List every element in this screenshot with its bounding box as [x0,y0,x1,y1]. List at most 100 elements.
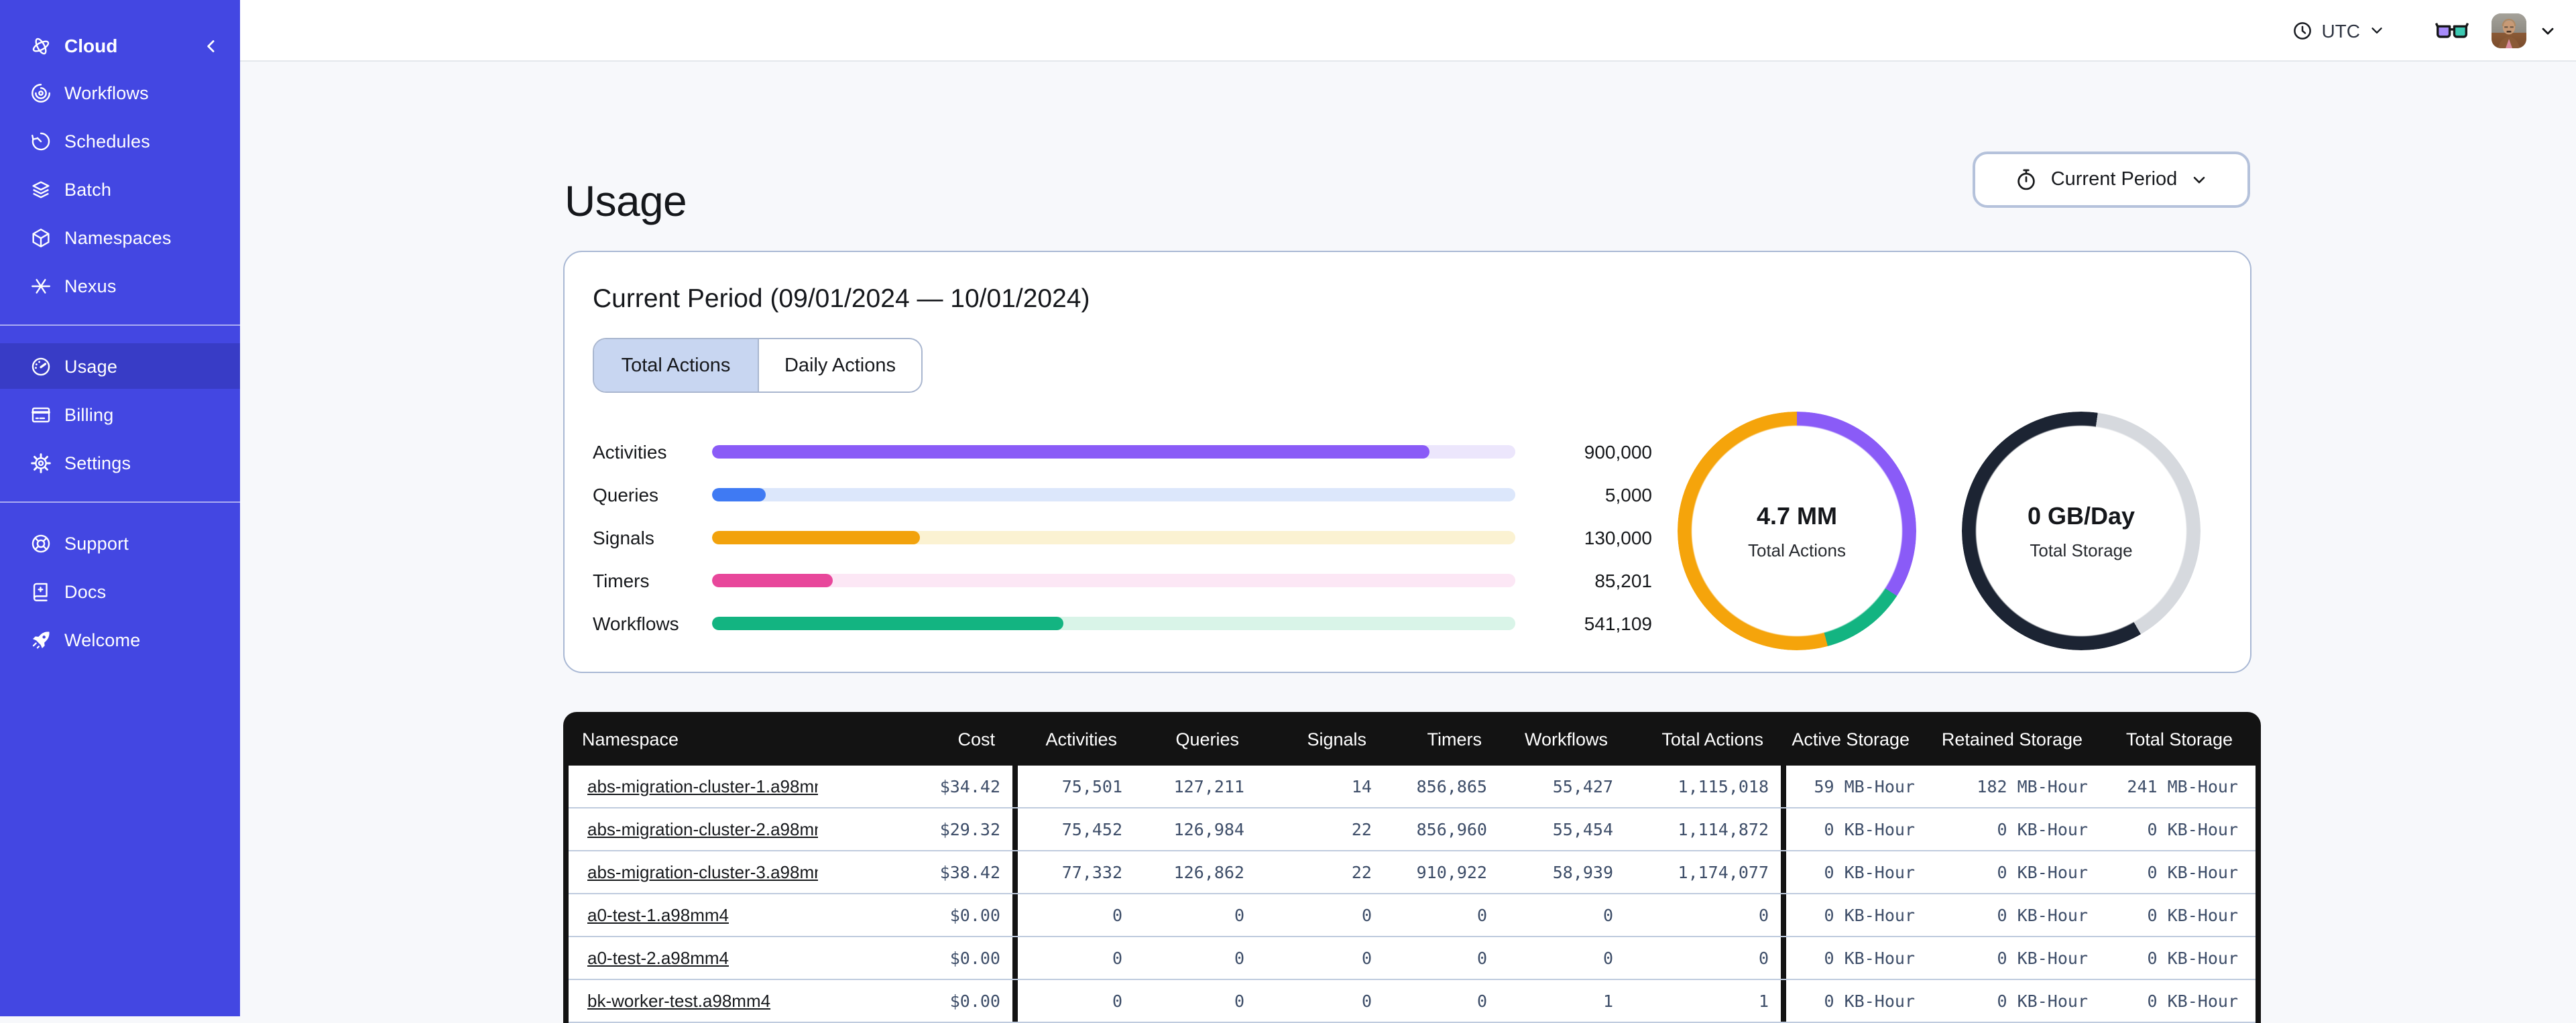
bar-row: Signals 130,000 [593,516,1652,559]
value-cell: 126,984 [1173,819,1244,839]
life-buoy-icon [30,532,52,554]
sidebar-item-workflows[interactable]: Workflows [0,70,240,115]
sidebar-item-label: Docs [64,581,107,601]
user-avatar[interactable] [2492,13,2526,48]
total-actions-donut-chart: 4.7 MM Total Actions [1678,412,1916,650]
account-menu-chevron-icon[interactable] [2538,21,2557,40]
period-selector-button[interactable]: Current Period [1973,152,2250,208]
bar-row: Queries 5,000 [593,473,1652,516]
value-cell: $34.42 [939,776,1000,796]
namespace-link[interactable]: a0-test-1.a98mm4 [587,905,729,925]
value-cell: 22 [1351,862,1372,882]
value-cell: 856,960 [1416,819,1487,839]
donut-value: 0 GB/Day [2027,502,2135,529]
schedules-icon [30,129,52,152]
sidebar-item-label: Support [64,533,129,553]
value-cell: $0.00 [949,905,1000,925]
tab-daily-actions[interactable]: Daily Actions [758,339,921,392]
credit-card-icon [30,403,52,426]
value-cell: 0 KB-Hour [1781,980,1927,1022]
value-cell: 75,452 [1012,808,1134,850]
sidebar-item-docs[interactable]: Docs [0,568,240,614]
value-cell: 0 [1476,905,1487,925]
chevron-down-icon [2368,21,2386,39]
value-cell: 0 KB-Hour [2147,862,2238,882]
value-cell: 77,332 [1012,851,1134,893]
column-header: Activities [1007,729,1129,749]
value-cell: 1,114,872 [1678,819,1769,839]
tab-total-actions[interactable]: Total Actions [594,339,758,392]
sidebar-item-schedules[interactable]: Schedules [0,118,240,164]
sidebar-item-batch[interactable]: Batch [0,166,240,212]
page-title: Usage [565,177,687,226]
value-cell: 910,922 [1416,862,1487,882]
column-header: Signals [1307,729,1366,749]
bar-track [712,445,1515,459]
value-cell: 0 [1476,991,1487,1011]
column-header: Timers [1427,729,1482,749]
value-cell: 58,939 [1552,862,1613,882]
value-cell: 0 [1234,991,1244,1011]
bar-fill [712,445,1429,459]
table-body: abs-migration-cluster-1.a98mm4 $34.42 75,5… [563,766,2261,1023]
namespace-cell: abs-migration-cluster-1.a98mm4 [569,766,818,807]
value-cell: $0.00 [949,991,1000,1011]
bar-value: 85,201 [1594,570,1652,591]
value-cell: 0 KB-Hour [1997,905,2088,925]
nexus-asterisk-icon [30,274,52,297]
value-cell: 0 KB-Hour [1781,851,1927,893]
value-cell: 0 [1361,905,1372,925]
sidebar-header: Cloud [0,21,240,70]
donut-label: Total Storage [2030,540,2133,560]
value-cell: 0 KB-Hour [1781,894,1927,936]
sidebar-item-label: Usage [64,356,118,376]
timezone-dropdown[interactable]: UTC [2292,19,2386,41]
chevron-down-icon [2189,170,2208,189]
value-cell: 241 MB-Hour [2127,776,2238,796]
sidebar-item-billing[interactable]: Billing [0,392,240,437]
value-cell: 0 KB-Hour [1781,808,1927,850]
sidebar-item-label: Settings [64,453,131,473]
namespace-link[interactable]: abs-migration-cluster-1.a98mm4 [587,776,818,796]
sidebar-item-label: Workflows [64,82,149,103]
namespace-link[interactable]: bk-worker-test.a98mm4 [587,991,770,1011]
sidebar-item-welcome[interactable]: Welcome [0,617,240,662]
sidebar-item-support[interactable]: Support [0,520,240,566]
column-header: Namespace [582,729,679,749]
bar-row: Timers 85,201 [593,559,1652,602]
app-window: Cloud Workflows Schedules Batch Namespac… [0,0,2576,1023]
labs-glasses-icon[interactable] [2434,17,2470,43]
sidebar-item-namespaces[interactable]: Namespaces [0,215,240,260]
bar-category-label: Timers [593,570,650,591]
sidebar-item-label: Namespaces [64,227,172,247]
value-cell: 1,174,077 [1678,862,1769,882]
value-cell: 0 KB-Hour [1781,937,1927,979]
value-cell: 0 [1758,948,1769,968]
bar-value: 130,000 [1584,527,1652,548]
value-cell: 127,211 [1173,776,1244,796]
value-cell: 59 MB-Hour [1781,766,1927,807]
value-cell: 0 KB-Hour [2147,819,2238,839]
namespace-link[interactable]: abs-migration-cluster-2.a98mm4 [587,819,818,839]
value-cell: 0 [1012,980,1134,1022]
value-cell: 1 [1758,991,1769,1011]
sidebar-item-usage[interactable]: Usage [0,343,240,389]
collapse-sidebar-icon[interactable] [201,36,221,56]
value-cell: 0 KB-Hour [1997,948,2088,968]
sidebar-item-settings[interactable]: Settings [0,440,240,485]
workflows-icon [30,81,52,104]
value-cell: 0 [1602,948,1613,968]
namespace-link[interactable]: a0-test-2.a98mm4 [587,948,729,968]
value-cell: 0 KB-Hour [1997,991,2088,1011]
bar-track [712,531,1515,544]
card-title: Current Period (09/01/2024 — 10/01/2024) [593,284,1090,314]
value-cell: $29.32 [939,819,1000,839]
value-cell: 856,865 [1416,776,1487,796]
bar-fill [712,531,920,544]
table-row: abs-migration-cluster-2.a98mm4 $29.32 75,4… [569,808,2256,851]
namespace-link[interactable]: abs-migration-cluster-3.a98mm4 [587,862,818,882]
sidebar-item-nexus[interactable]: Nexus [0,263,240,308]
value-cell: 14 [1351,776,1372,796]
column-header: Total Actions [1661,729,1763,749]
table-header-row: Namespace Cost Activities Queries Signals Tim… [563,712,2261,766]
